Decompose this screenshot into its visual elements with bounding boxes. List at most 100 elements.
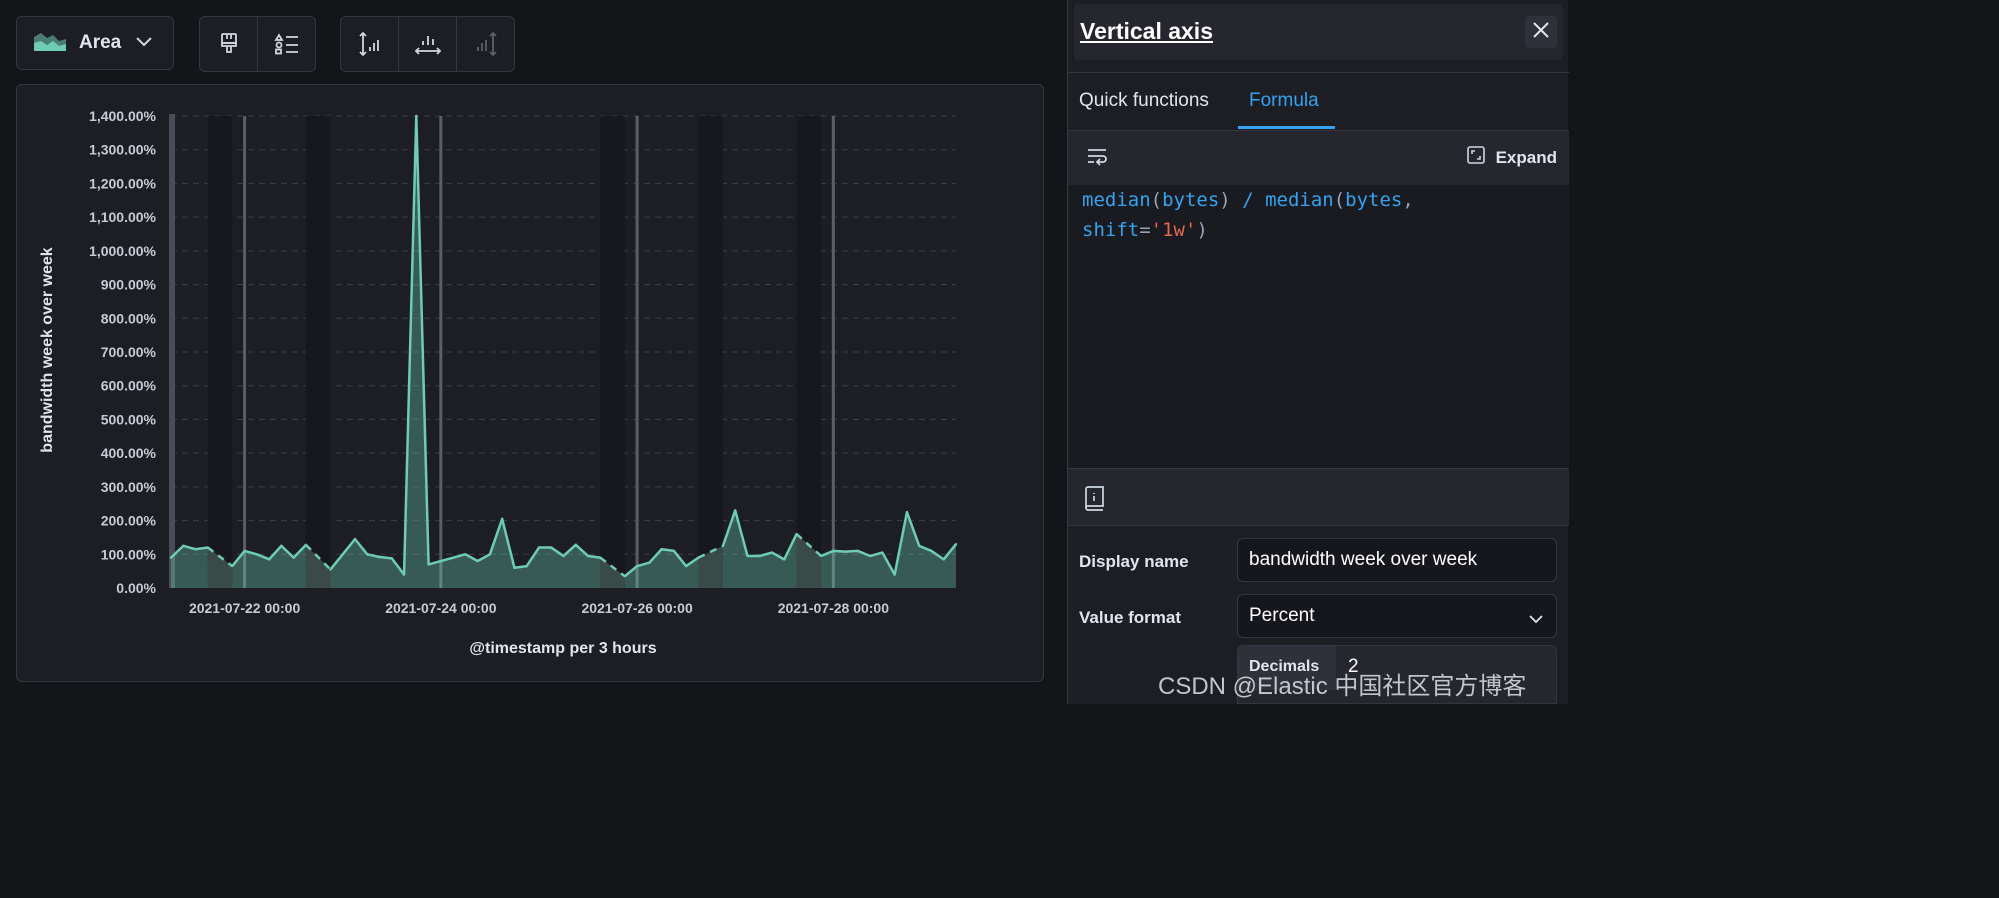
y-tick-label: 900.00% <box>101 277 157 293</box>
divider <box>1068 72 1569 73</box>
data-point <box>930 549 933 553</box>
y-tick-label: 400.00% <box>101 445 157 461</box>
gap-band <box>600 116 625 588</box>
data-point <box>623 575 627 578</box>
y-axis-ticks: 0.00% 100.00% 200.00% 300.00% 400.00% 500.00%… <box>89 108 156 596</box>
value-format-label: Value format <box>1079 608 1182 627</box>
y-tick-label: 500.00% <box>101 411 157 427</box>
data-point <box>770 551 774 554</box>
data-point <box>783 558 786 561</box>
y-tick-label: 800.00% <box>101 310 157 326</box>
data-point <box>918 544 921 548</box>
data-point <box>856 549 860 553</box>
y-tick-label: 1,400.00% <box>89 108 156 124</box>
data-point <box>562 554 565 558</box>
y-tick-label: 1,300.00% <box>89 142 156 158</box>
gap-band <box>698 116 723 588</box>
formula-token: ( <box>1150 189 1163 211</box>
data-point <box>488 553 492 556</box>
value-format-select[interactable]: Percent <box>1237 594 1557 638</box>
data-point <box>832 549 835 553</box>
flyout-header: Vertical axis <box>1074 4 1563 60</box>
y-tick-label: 0.00% <box>116 580 156 596</box>
formula-editor[interactable]: median(bytes) / median(bytes, shift='1w') <box>1068 185 1569 469</box>
data-point <box>231 564 234 568</box>
formula-token: bytes <box>1162 189 1220 211</box>
data-point <box>415 114 418 118</box>
data-point <box>169 556 173 559</box>
data-point <box>255 553 259 556</box>
data-point <box>881 551 884 554</box>
data-point <box>206 546 209 549</box>
data-point <box>182 544 185 548</box>
data-point <box>402 573 406 576</box>
documentation-book-icon[interactable] <box>1084 485 1106 516</box>
data-point <box>366 553 369 556</box>
series-line <box>329 114 601 576</box>
data-point <box>243 549 246 553</box>
x-tick-label: 2021-07-22 00:00 <box>189 600 301 616</box>
data-point <box>954 542 958 546</box>
data-point <box>599 556 602 559</box>
display-name-row: Display name bandwidth week over week <box>1068 538 1569 586</box>
data-point <box>464 553 467 556</box>
data-point <box>341 553 344 556</box>
area-chart[interactable]: 0.00% 100.00% 200.00% 300.00% 400.00% 500.00%… <box>0 0 1060 704</box>
y-axis-title: bandwidth week over week <box>39 247 56 453</box>
data-point <box>292 556 295 559</box>
formula-token: median <box>1082 189 1151 211</box>
y-tick-label: 1,100.00% <box>89 209 156 225</box>
formula-docs-bar <box>1068 469 1569 525</box>
formula-line: shift='1w') <box>1082 215 1414 245</box>
formula-token: '1w' <box>1150 219 1197 241</box>
y-tick-label: 1,000.00% <box>89 243 156 259</box>
data-point <box>451 556 455 559</box>
watermark-text: CSDN @Elastic 中国社区官方博客 <box>1158 673 1527 700</box>
y-tick-label: 600.00% <box>101 378 157 394</box>
chevron-down-icon <box>1528 609 1544 631</box>
data-point <box>893 573 896 576</box>
data-point <box>660 548 663 551</box>
expand-button[interactable]: Expand <box>1466 145 1557 170</box>
formula-code[interactable]: median(bytes) / median(bytes, shift='1w') <box>1082 185 1414 245</box>
dimension-editor-flyout: Vertical axis Quick functions Formula Ex… <box>1067 0 1569 704</box>
display-name-input[interactable]: bandwidth week over week <box>1237 538 1557 582</box>
data-point <box>267 558 271 561</box>
x-axis-ticks: 2021-07-22 00:00 2021-07-24 00:00 2021-07-… <box>189 600 889 616</box>
value-format-value: Percent <box>1249 605 1315 626</box>
fullscreen-icon <box>1466 145 1496 170</box>
data-point <box>537 546 541 549</box>
formula-token: ( <box>1333 189 1346 211</box>
data-point <box>378 555 381 559</box>
data-point <box>672 549 676 553</box>
data-point <box>734 509 737 512</box>
y-tick-label: 300.00% <box>101 479 157 495</box>
formula-token: , <box>1402 189 1414 211</box>
data-point <box>427 563 430 566</box>
close-icon <box>1532 21 1550 44</box>
tab-quick-functions[interactable]: Quick functions <box>1079 90 1209 112</box>
value-format-row: Value format Percent <box>1068 594 1569 642</box>
data-point <box>942 558 945 561</box>
tab-bar: Quick functions Formula <box>1068 74 1569 130</box>
data-point <box>513 566 516 569</box>
x-tick-label: 2021-07-28 00:00 <box>778 600 890 616</box>
gap-band <box>796 116 822 588</box>
data-point <box>635 564 639 568</box>
area-fill <box>722 510 797 588</box>
y-tick-label: 1,200.00% <box>89 175 156 191</box>
word-wrap-icon[interactable] <box>1086 147 1108 172</box>
flyout-title[interactable]: Vertical axis <box>1080 18 1213 45</box>
formula-token: = <box>1139 219 1151 241</box>
close-button[interactable] <box>1525 16 1557 48</box>
data-point <box>819 554 823 558</box>
active-tab-indicator <box>1238 126 1335 129</box>
data-point <box>304 543 308 547</box>
data-point <box>500 517 504 521</box>
data-point <box>586 554 590 558</box>
data-point <box>697 556 700 559</box>
data-point <box>574 543 577 547</box>
formula-editor-toolbar: Expand <box>1068 131 1569 185</box>
data-point <box>684 564 688 568</box>
tab-formula[interactable]: Formula <box>1249 90 1319 112</box>
